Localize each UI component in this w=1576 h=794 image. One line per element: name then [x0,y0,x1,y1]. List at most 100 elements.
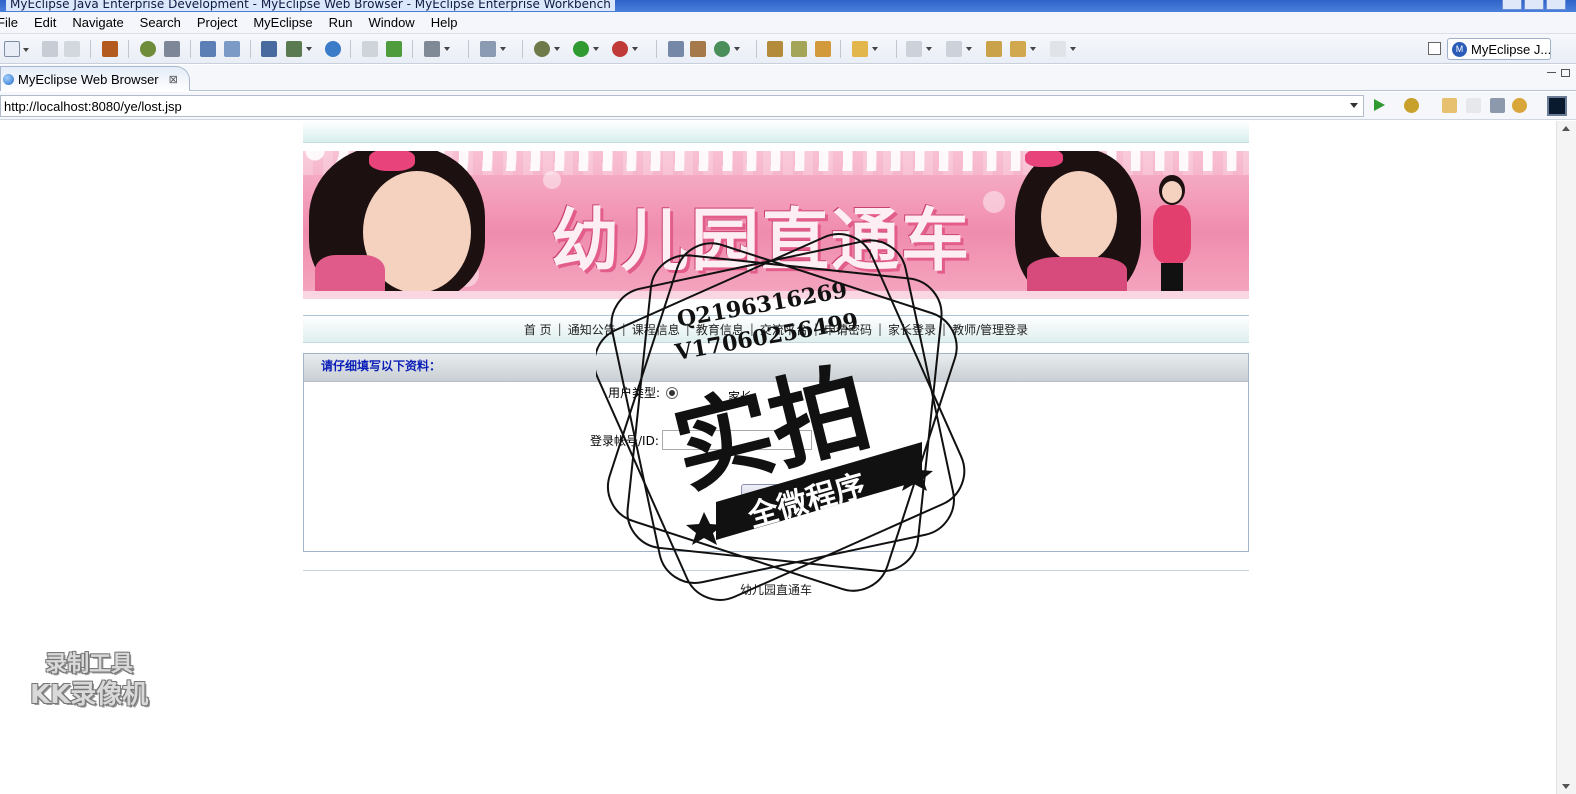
folder-icon[interactable] [852,41,878,57]
user-type-row: 用户类型: 家长 [608,380,752,405]
url-input[interactable] [0,95,1364,117]
page-footer: 幼儿园直通车 [739,583,812,597]
account-row: 登录帐号/ID: [590,430,812,450]
struts-icon[interactable] [690,41,706,57]
nav-notices[interactable]: 通知公告 [564,321,620,338]
nav-separator: | [685,322,690,336]
favorites-icon[interactable] [1404,98,1419,113]
nav-request-password[interactable]: 申请密码 [820,321,876,338]
scroll-up-icon[interactable] [1562,126,1570,131]
form-header: 请仔细填写以下资料： [304,354,1248,382]
nav-separator: | [942,322,947,336]
nav-separator: | [621,322,626,336]
myeclipse-perspective-icon: M [1452,41,1467,57]
new-icon[interactable] [4,41,29,57]
minimize-window-button[interactable] [1502,0,1522,10]
menu-project[interactable]: Project [189,15,245,30]
minimize-view-icon[interactable] [1547,72,1556,74]
menu-edit[interactable]: Edit [26,15,64,30]
main-toolbar: M MyEclipse J... [0,34,1576,64]
next-annotation-icon[interactable] [906,41,932,57]
deploy-server-icon[interactable] [286,41,312,57]
url-history-dropdown-icon[interactable] [1350,103,1358,108]
server-icon[interactable] [261,41,277,57]
maximize-view-icon[interactable] [1561,69,1570,77]
menu-bar: File Edit Navigate Search Project MyEcli… [0,12,1576,34]
save-icon[interactable] [42,41,58,57]
launch-icon[interactable] [480,41,506,57]
user-type-label: 用户类型: [608,386,661,400]
nav-home[interactable]: 首 页 [520,321,556,338]
maximize-window-button[interactable] [1524,0,1544,10]
view-controls [1547,69,1570,77]
menu-help[interactable]: Help [423,15,466,30]
menu-file[interactable]: File [0,15,26,30]
run-icon[interactable] [573,41,599,57]
open-perspective-icon[interactable] [1428,42,1441,55]
menu-window[interactable]: Window [360,15,422,30]
footer-divider [303,570,1249,571]
stop-icon[interactable] [1490,98,1505,113]
banner-girl-standing [1151,175,1193,299]
debug-config-icon[interactable] [140,41,156,57]
back-icon[interactable] [1010,41,1036,57]
perspective-switcher[interactable]: M MyEclipse J... [1447,38,1551,60]
browser-refresh-icon[interactable] [1512,98,1527,113]
hierarchy-icon[interactable] [668,41,684,57]
pin-icon[interactable] [791,41,807,57]
prev-annotation-icon[interactable] [946,41,972,57]
external-tools-icon[interactable] [612,41,638,57]
user-type-option-label: 家长 [728,390,753,404]
open-folder-icon[interactable] [767,41,783,57]
debug-icon[interactable] [534,41,560,57]
save-all-icon[interactable] [64,41,80,57]
scroll-down-icon[interactable] [1562,784,1570,789]
browser-globe-icon[interactable] [325,41,341,57]
browser-forward-icon[interactable] [1466,98,1481,113]
tab-label: MyEclipse Web Browser [18,71,159,87]
site-nav: 首 页 | 通知公告 | 课程信息 | 教育信息 | 交流平台 | 申请密码 |… [303,315,1249,343]
browser-back-icon[interactable] [1442,98,1457,113]
tab-web-browser[interactable]: MyEclipse Web Browser ⊠ [0,66,190,91]
account-id-input[interactable] [661,430,812,450]
wizard-alt-icon[interactable] [224,41,240,57]
close-window-button[interactable] [1546,0,1566,10]
browser-menu-icon[interactable] [1547,96,1567,116]
package-icon[interactable] [102,41,118,57]
submit-button[interactable]: 提交 [741,484,811,506]
editor-tab-row: MyEclipse Web Browser ⊠ [0,65,1576,91]
go-icon[interactable] [1374,99,1385,111]
user-type-radio-parent[interactable] [666,386,679,399]
last-edit-icon[interactable] [986,41,1002,57]
nav-education[interactable]: 教育信息 [692,321,748,338]
vertical-scrollbar[interactable] [1556,121,1576,794]
edit-folder-icon[interactable] [815,41,831,57]
perspective-label: MyEclipse J... [1471,41,1551,57]
lost-password-form: 请仔细填写以下资料： 用户类型: 家长 登录帐号/ID: 提交 [303,353,1249,552]
window-controls [1502,0,1566,12]
nav-separator: | [557,322,562,336]
menu-search[interactable]: Search [132,15,189,30]
menu-run[interactable]: Run [321,15,361,30]
refresh-icon[interactable] [714,41,740,57]
menu-navigate[interactable]: Navigate [64,15,131,30]
deploy-icon[interactable] [164,41,180,57]
nav-teacher-admin-login[interactable]: 教师/管理登录 [948,321,1032,338]
address-bar [0,92,1576,120]
close-tab-icon[interactable]: ⊠ [169,73,178,86]
wizard-icon[interactable] [200,41,216,57]
nav-courses[interactable]: 课程信息 [628,321,684,338]
ide-window: MyEclipse Java Enterprise Development - … [0,0,1576,794]
window-title: MyEclipse Java Enterprise Development - … [6,0,615,11]
nav-separator: | [813,322,818,336]
banner-girl-right [1015,151,1141,299]
web-page: 幼儿园直通车 首 页 | 通知公告 | 课程信息 | 教育信息 | 交流平台 |… [303,121,1249,598]
nav-parent-login[interactable]: 家长登录 [884,321,940,338]
nav-forum[interactable]: 交流平台 [756,321,812,338]
nav-separator: | [749,322,754,336]
menu-myeclipse[interactable]: MyEclipse [245,15,320,30]
new-class-icon[interactable] [386,41,402,57]
open-type-icon[interactable] [362,41,378,57]
screenshot-icon[interactable] [424,41,450,57]
forward-icon[interactable] [1050,41,1076,57]
